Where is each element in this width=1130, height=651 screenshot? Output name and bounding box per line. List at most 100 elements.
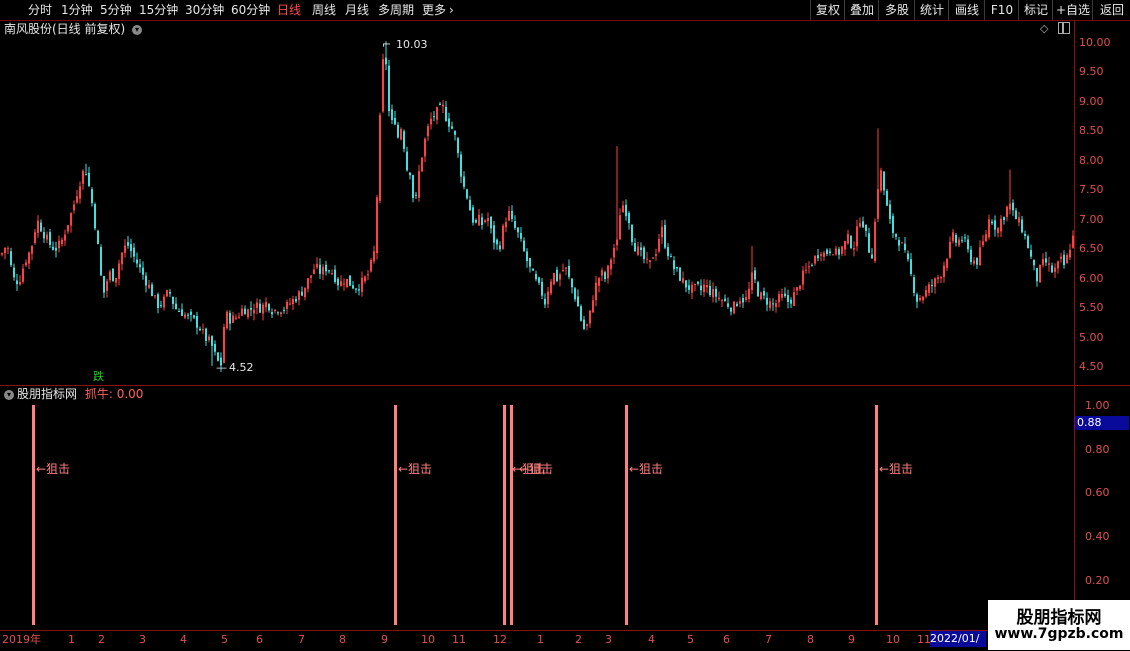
candle-body bbox=[562, 270, 564, 272]
candle-body bbox=[1060, 256, 1062, 259]
candle-body bbox=[442, 104, 444, 107]
candle-body bbox=[712, 289, 714, 298]
candle-body bbox=[322, 266, 324, 275]
candle-body bbox=[604, 272, 606, 280]
candle-body bbox=[1045, 258, 1047, 263]
candle-body bbox=[445, 106, 447, 121]
sniper-signal-label: ←狙击 bbox=[398, 462, 433, 476]
chart-canvas[interactable] bbox=[0, 0, 1074, 630]
candle-body bbox=[427, 126, 429, 137]
candle-body bbox=[886, 190, 888, 206]
indicator-value: 0.00 bbox=[116, 387, 144, 401]
current-value-marker: 0.88 bbox=[1075, 416, 1129, 430]
candle-body bbox=[94, 204, 96, 229]
date-label: 8 bbox=[339, 633, 346, 646]
date-label: 2019年 bbox=[2, 633, 41, 646]
candle-body bbox=[922, 296, 924, 301]
date-label: 8 bbox=[807, 633, 814, 646]
candle-body bbox=[325, 264, 327, 272]
candle-body bbox=[229, 312, 231, 324]
candle-body bbox=[346, 278, 348, 287]
candle-body bbox=[406, 151, 408, 171]
candle-body bbox=[415, 194, 417, 196]
candle-body bbox=[193, 315, 195, 318]
price-axis-label: 4.50 bbox=[1079, 360, 1104, 373]
candle-body bbox=[232, 315, 234, 323]
candle-body bbox=[877, 189, 879, 219]
candle-body bbox=[955, 234, 957, 243]
candle-body bbox=[274, 309, 276, 312]
candle-body bbox=[856, 226, 858, 247]
high-price-label: 10.03 bbox=[396, 38, 428, 51]
candle-body bbox=[622, 205, 624, 213]
candle-body bbox=[73, 204, 75, 211]
panel-divider[interactable] bbox=[0, 385, 1130, 386]
signal-bar bbox=[32, 405, 35, 625]
candle-body bbox=[430, 118, 432, 125]
candle-body bbox=[49, 232, 51, 245]
candle-body bbox=[991, 221, 993, 224]
candle-body bbox=[319, 264, 321, 274]
candle-body bbox=[847, 233, 849, 244]
candle-body bbox=[223, 327, 225, 363]
candle-body bbox=[424, 138, 426, 157]
candle-body bbox=[484, 220, 486, 223]
candle-body bbox=[178, 311, 180, 313]
date-label: 11 bbox=[452, 633, 466, 646]
indicator-name: 抓牛 bbox=[84, 387, 109, 401]
candle-body bbox=[859, 223, 861, 227]
candle-body bbox=[718, 297, 720, 300]
candle-body bbox=[328, 270, 330, 272]
candle-body bbox=[151, 284, 153, 297]
candle-body bbox=[139, 264, 141, 268]
candle-body bbox=[628, 212, 630, 224]
candle-body bbox=[943, 265, 945, 277]
candle-body bbox=[67, 225, 69, 232]
candle-body bbox=[988, 219, 990, 238]
candle-body bbox=[775, 303, 777, 308]
candle-body bbox=[526, 251, 528, 262]
candle-body bbox=[340, 281, 342, 287]
candle-body bbox=[130, 244, 132, 252]
candle-body bbox=[745, 297, 747, 301]
candle-body bbox=[439, 103, 441, 105]
candle-body bbox=[349, 275, 351, 286]
candle-body bbox=[958, 239, 960, 246]
candle-body bbox=[904, 243, 906, 250]
candle-body bbox=[1042, 259, 1044, 265]
candle-body bbox=[676, 267, 678, 269]
candle-body bbox=[643, 247, 645, 260]
candle-body bbox=[670, 256, 672, 258]
candle-body bbox=[343, 283, 345, 285]
signal-bar bbox=[503, 405, 506, 625]
candle-body bbox=[874, 221, 876, 262]
candle-body bbox=[388, 65, 390, 112]
candle-body bbox=[43, 232, 45, 239]
candle-body bbox=[214, 344, 216, 352]
candle-body bbox=[55, 247, 57, 251]
date-label: 7 bbox=[298, 633, 305, 646]
candle-body bbox=[355, 288, 357, 290]
candle-body bbox=[538, 277, 540, 283]
candle-body bbox=[244, 308, 246, 315]
candle-body bbox=[64, 234, 66, 241]
candle-body bbox=[793, 292, 795, 306]
candle-body bbox=[796, 287, 798, 291]
candle-body bbox=[460, 154, 462, 177]
back-button[interactable]: 返回 bbox=[1092, 0, 1130, 20]
high-arrow-icon: ⌐ bbox=[382, 38, 392, 51]
candle-body bbox=[412, 175, 414, 198]
candle-body bbox=[238, 316, 240, 318]
candle-body bbox=[970, 249, 972, 263]
candle-body bbox=[838, 249, 840, 255]
candle-body bbox=[1003, 217, 1005, 221]
candle-body bbox=[28, 252, 30, 264]
candle-body bbox=[157, 294, 159, 309]
candle-body bbox=[673, 260, 675, 270]
candle-body bbox=[148, 284, 150, 288]
candle-body bbox=[544, 298, 546, 305]
chevron-down-icon[interactable]: ▾ bbox=[4, 389, 14, 400]
candle-body bbox=[766, 297, 768, 305]
candle-body bbox=[835, 248, 837, 255]
candle-body bbox=[682, 278, 684, 283]
